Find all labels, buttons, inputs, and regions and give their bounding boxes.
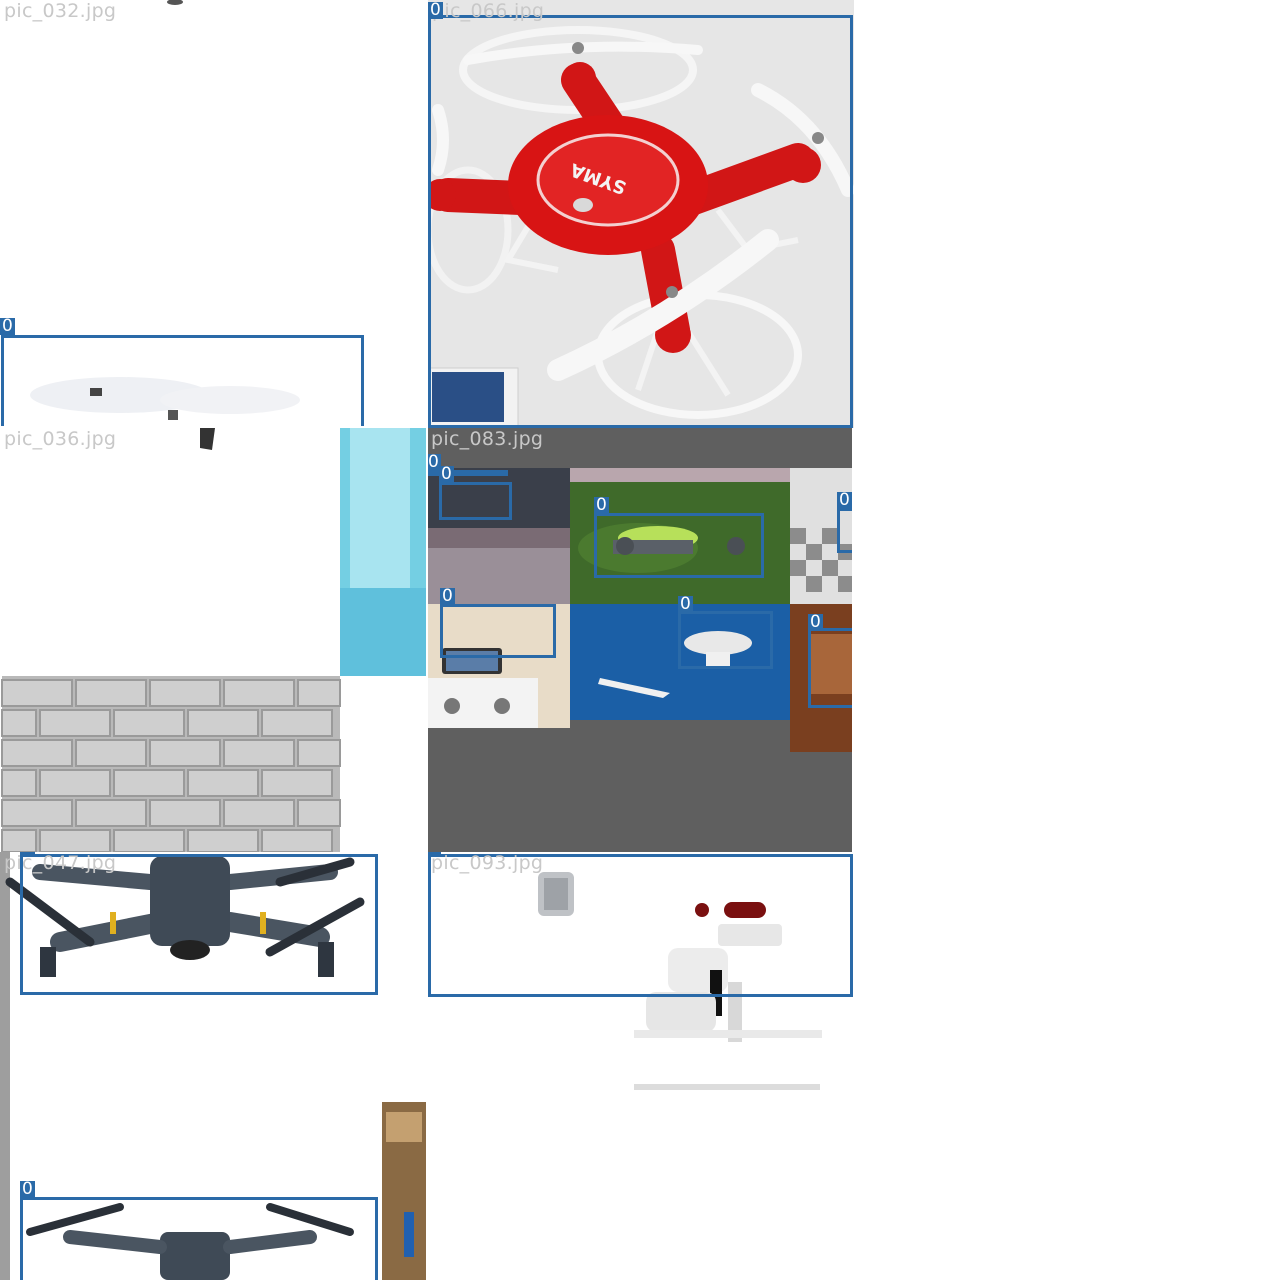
tile-pic-047: pic_047.jpg 0 0	[0, 852, 426, 1280]
detection-box	[20, 1197, 378, 1280]
detection-box	[428, 15, 853, 428]
detection-class-label: 0	[20, 1179, 35, 1199]
detection-box	[594, 513, 764, 578]
detection-class-label: 0	[594, 495, 609, 515]
tile-pic-083: pic_083.jpg 0 0 0 0 0 0 0	[428, 428, 852, 852]
detection-box	[20, 854, 378, 995]
detection-box	[428, 854, 853, 997]
tile-pic-036: pic_036.jpg	[0, 428, 426, 852]
detection-class-label: 0	[428, 0, 443, 20]
detection-box	[837, 508, 852, 553]
detection-box	[678, 611, 773, 669]
tile-image-pic-036	[0, 428, 426, 852]
tile-filename: pic_066.jpg	[432, 0, 545, 22]
tile-filename: pic_036.jpg	[4, 428, 117, 450]
detection-class-label: 0	[440, 586, 455, 606]
detection-class-label: 0	[808, 612, 823, 632]
tile-filename: pic_032.jpg	[4, 0, 117, 22]
tile-pic-093: pic_093.jpg 0	[428, 852, 854, 1280]
detection-class-label: 0	[0, 316, 15, 336]
tile-pic-066: SYMA pic_066.jpg 0	[428, 0, 854, 428]
detection-class-label: 0	[439, 464, 454, 484]
tile-filename: pic_047.jpg	[4, 852, 117, 874]
detection-class-label: 0	[678, 594, 693, 614]
tile-pic-032: pic_032.jpg 0	[0, 0, 426, 426]
detection-class-label: 0	[428, 852, 441, 855]
detection-class-label: 0	[837, 490, 852, 510]
tile-filename: pic_083.jpg	[431, 428, 544, 450]
tile-filename: pic_093.jpg	[431, 852, 544, 874]
detection-class-label: 0	[20, 852, 35, 855]
detection-box	[440, 604, 556, 658]
detection-box	[1, 335, 364, 426]
detection-box	[808, 628, 852, 708]
detection-box	[439, 482, 512, 520]
